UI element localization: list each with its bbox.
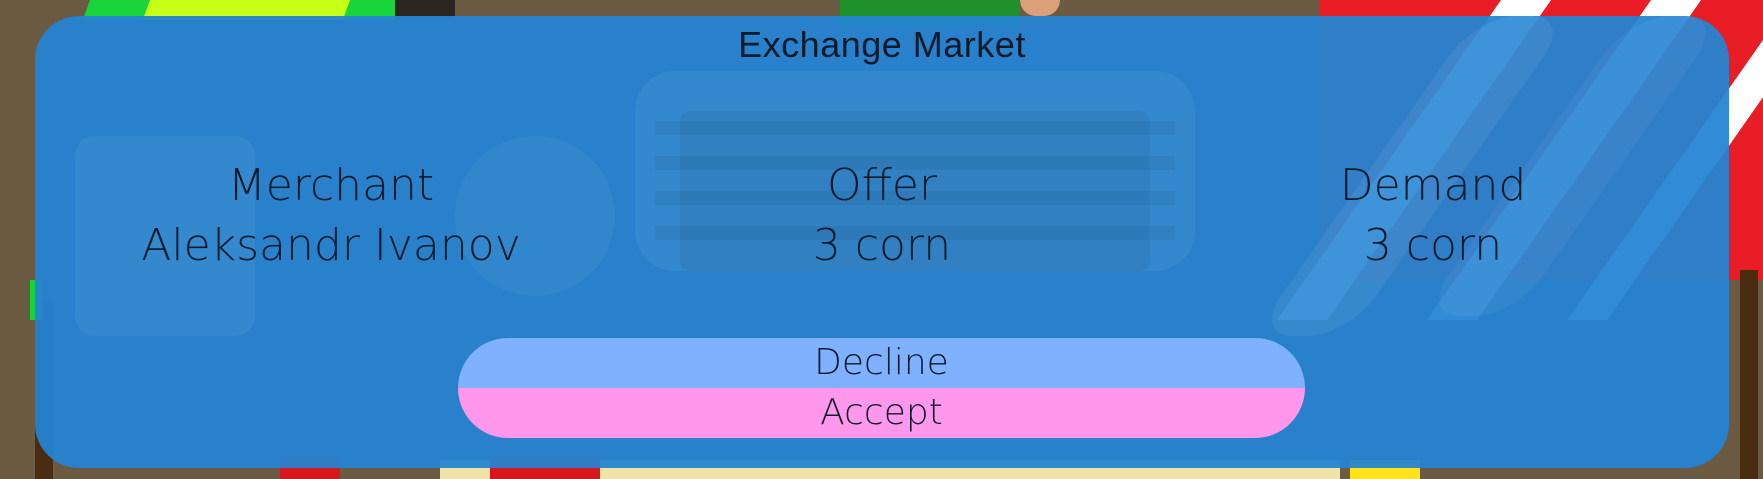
exchange-market-dialog: Exchange Market Merchant Aleksandr Ivano… [35,16,1729,468]
merchant-label: Merchant [227,160,435,211]
stall-post [1740,270,1758,479]
accept-button[interactable]: Accept [458,388,1305,438]
merchant-name: Aleksandr Ivanov [141,220,521,271]
demand-label: Demand [1339,160,1527,211]
offer-column: Offer 3 corn [622,156,1142,276]
action-buttons: Decline Accept [458,338,1305,438]
offer-value: 3 corn [812,220,952,271]
background-silhouette [655,121,1175,135]
demand-column: Demand 3 corn [1173,156,1693,276]
dialog-title: Exchange Market [738,24,1026,65]
demand-value: 3 corn [1363,220,1503,271]
offer-label: Offer [826,160,938,211]
merchant-column: Merchant Aleksandr Ivanov [71,156,591,276]
decline-button[interactable]: Decline [458,338,1305,388]
